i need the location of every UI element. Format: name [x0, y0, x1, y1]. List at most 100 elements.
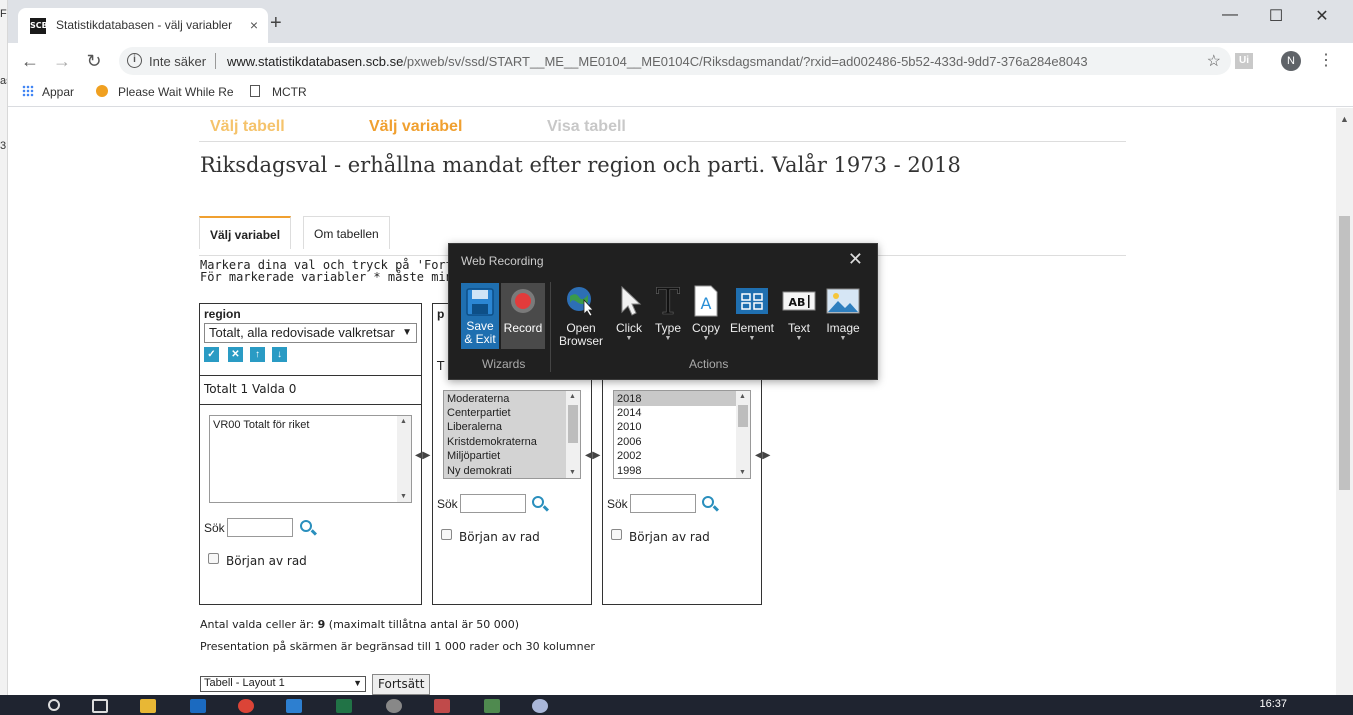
browser-window: SCB Statistikdatabasen - välj variabler …: [8, 0, 1353, 695]
list-item[interactable]: VR00 Totalt för riket: [210, 416, 411, 431]
parti-start-of-row-checkbox[interactable]: [441, 529, 452, 540]
list-item[interactable]: Centerpartiet: [444, 406, 580, 421]
listbox-scrollbar[interactable]: ▲ ▼: [397, 416, 411, 502]
list-item[interactable]: Moderaterna: [444, 391, 580, 406]
chrome-icon[interactable]: [238, 699, 254, 713]
save-exit-button[interactable]: Save & Exit: [461, 283, 499, 349]
new-tab-button[interactable]: +: [270, 13, 282, 33]
element-button[interactable]: Element ▼: [727, 284, 777, 342]
scroll-thumb[interactable]: [738, 405, 748, 427]
scroll-up-icon[interactable]: ▲: [1340, 114, 1349, 124]
search-icon[interactable]: [532, 496, 544, 508]
list-item[interactable]: Miljöpartiet: [444, 449, 580, 464]
layout-select[interactable]: Tabell - Layout 1 ▼: [200, 676, 366, 692]
list-item[interactable]: 2018: [614, 391, 750, 406]
file-explorer-icon[interactable]: [140, 699, 156, 713]
resize-handle-icon[interactable]: ◀▶: [585, 450, 600, 461]
tool-label: Open Browser: [559, 321, 604, 348]
scroll-up-icon[interactable]: ▲: [739, 393, 746, 400]
list-item[interactable]: Kristdemokraterna: [444, 435, 580, 450]
step-valj-tabell[interactable]: Välj tabell: [210, 118, 285, 136]
app-icon[interactable]: [484, 699, 500, 713]
valar-search-input[interactable]: [630, 494, 696, 513]
excel-icon[interactable]: [336, 699, 352, 713]
browser-tab[interactable]: SCB Statistikdatabasen - välj variabler …: [18, 8, 268, 43]
sort-ascending-icon[interactable]: ↑: [250, 347, 265, 362]
bookmark-appar[interactable]: Appar: [22, 85, 74, 99]
profile-avatar[interactable]: N: [1281, 51, 1301, 71]
url-text[interactable]: www.statistikdatabasen.scb.se/pxweb/sv/s…: [227, 54, 1088, 69]
valar-start-of-row-checkbox[interactable]: [611, 529, 622, 540]
close-window-button[interactable]: ✕: [1307, 6, 1337, 26]
record-button[interactable]: Record: [501, 283, 545, 349]
list-item[interactable]: 2006: [614, 435, 750, 450]
list-item[interactable]: 2014: [614, 406, 750, 421]
uipath-icon[interactable]: [286, 699, 302, 713]
list-item[interactable]: Ny demokrati: [444, 464, 580, 479]
scroll-down-icon[interactable]: ▼: [739, 469, 746, 476]
image-button[interactable]: Image ▼: [823, 284, 863, 342]
region-search-input[interactable]: [227, 518, 293, 537]
open-browser-button[interactable]: Open Browser: [559, 284, 603, 348]
dropdown-arrow-icon[interactable]: ▼: [684, 335, 728, 342]
app-icon[interactable]: [532, 699, 548, 713]
region-start-of-row-checkbox[interactable]: [208, 553, 219, 564]
minimize-button[interactable]: —: [1215, 6, 1245, 24]
scroll-up-icon[interactable]: ▲: [400, 418, 407, 425]
dropdown-arrow-icon[interactable]: ▼: [778, 335, 820, 342]
region-grouping-select[interactable]: Totalt, alla redovisade valkretsar ▼: [204, 323, 417, 343]
list-item[interactable]: 2010: [614, 420, 750, 435]
task-view-icon[interactable]: [92, 699, 108, 713]
back-button[interactable]: ←: [18, 51, 42, 71]
tab-om-tabellen[interactable]: Om tabellen: [303, 216, 390, 249]
list-item[interactable]: 1998: [614, 464, 750, 479]
resize-handle-icon[interactable]: ◀▶: [755, 450, 770, 461]
bookmark-star-icon[interactable]: ☆: [1207, 51, 1221, 71]
select-all-icon[interactable]: ✓: [204, 347, 219, 362]
search-icon[interactable]: [48, 699, 60, 711]
scroll-down-icon[interactable]: ▼: [400, 493, 407, 500]
dropdown-arrow-icon[interactable]: ▼: [727, 335, 777, 342]
list-item[interactable]: 2002: [614, 449, 750, 464]
click-button[interactable]: Click ▼: [607, 284, 651, 342]
maximize-button[interactable]: ☐: [1261, 6, 1291, 26]
parti-search-input[interactable]: [460, 494, 526, 513]
settings-gear-icon[interactable]: [386, 699, 402, 713]
tab-valj-variabel[interactable]: Välj variabel: [199, 216, 292, 249]
bookmark-please-wait[interactable]: Please Wait While Re: [96, 85, 234, 99]
forward-button[interactable]: →: [50, 51, 74, 71]
sort-descending-icon[interactable]: ↓: [272, 347, 287, 362]
scroll-up-icon[interactable]: ▲: [569, 393, 576, 400]
valar-listbox[interactable]: 2018 2014 2010 2006 2002 1998 ▲ ▼: [613, 390, 751, 479]
dropdown-arrow-icon[interactable]: ▼: [607, 335, 651, 342]
text-button[interactable]: AB Text ▼: [778, 284, 820, 342]
scroll-thumb[interactable]: [568, 405, 578, 443]
app-icon[interactable]: [434, 699, 450, 713]
reload-button[interactable]: ↻: [82, 51, 106, 71]
taskbar-clock[interactable]: 16:37: [1259, 698, 1287, 710]
search-icon[interactable]: [300, 520, 312, 532]
copy-button[interactable]: A Copy ▼: [684, 284, 728, 342]
dropdown-arrow-icon[interactable]: ▼: [823, 335, 863, 342]
region-listbox[interactable]: VR00 Totalt för riket ▲ ▼: [209, 415, 412, 503]
tab-close-icon[interactable]: ×: [250, 17, 258, 33]
deselect-all-icon[interactable]: ✕: [228, 347, 243, 362]
close-icon[interactable]: ✕: [848, 249, 863, 270]
list-item[interactable]: Liberalerna: [444, 420, 580, 435]
scroll-down-icon[interactable]: ▼: [569, 469, 576, 476]
search-icon[interactable]: [702, 496, 714, 508]
chrome-menu-icon[interactable]: ⋮: [1318, 50, 1334, 70]
parti-listbox[interactable]: Moderaterna Centerpartiet Liberalerna Kr…: [443, 390, 581, 479]
bookmark-label: MCTR: [272, 85, 307, 99]
listbox-scrollbar[interactable]: ▲ ▼: [736, 391, 750, 478]
listbox-scrollbar[interactable]: ▲ ▼: [566, 391, 580, 478]
outlook-icon[interactable]: [190, 699, 206, 713]
info-icon[interactable]: i: [127, 53, 142, 68]
address-bar[interactable]: i Inte säker www.statistikdatabasen.scb.…: [119, 47, 1231, 75]
continue-button[interactable]: Fortsätt: [372, 674, 431, 695]
resize-handle-icon[interactable]: ◀▶: [415, 450, 430, 461]
page-scrollbar[interactable]: ▲: [1336, 108, 1353, 695]
scroll-thumb[interactable]: [1339, 216, 1350, 490]
bookmark-mctr[interactable]: MCTR: [250, 85, 307, 99]
uipath-extension-icon[interactable]: Ui: [1235, 53, 1253, 69]
